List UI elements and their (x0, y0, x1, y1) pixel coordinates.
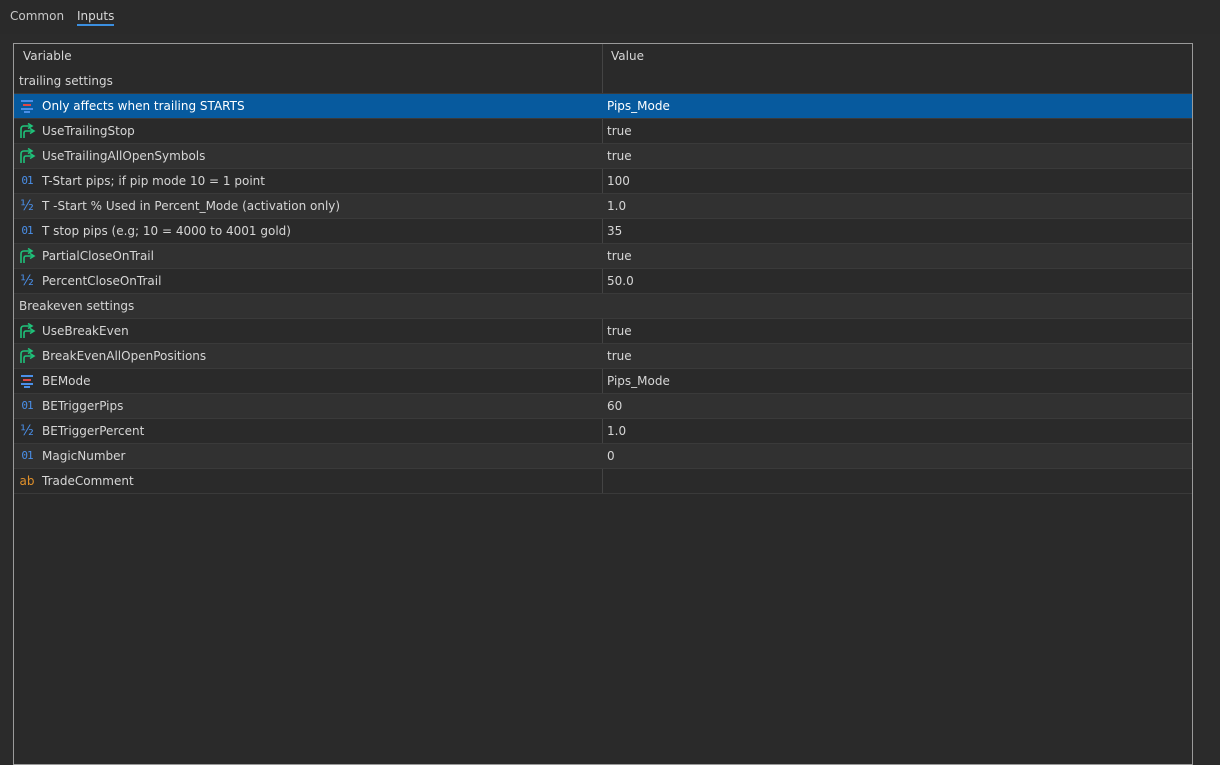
enumeration-type-icon (18, 98, 36, 114)
value-cell[interactable] (607, 294, 1187, 318)
variable-label: TradeComment (42, 474, 134, 488)
variable-cell[interactable]: ½ T -Start % Used in Percent_Mode (activa… (14, 194, 602, 218)
value-cell[interactable]: true (607, 244, 1187, 268)
integer-type-icon: 01 (21, 399, 33, 412)
column-header-variable[interactable]: Variable (14, 44, 611, 68)
variable-label: UseTrailingStop (42, 124, 135, 138)
value-cell[interactable] (607, 69, 1187, 93)
table-row[interactable]: Only affects when trailing STARTS Pips_Mo… (14, 94, 1192, 119)
table-row[interactable]: ½ T -Start % Used in Percent_Mode (activa… (14, 194, 1192, 219)
variable-label: MagicNumber (42, 449, 126, 463)
integer-type-icon: 01 (21, 174, 33, 187)
string-type-icon: ab (19, 474, 35, 488)
column-header-value[interactable]: Value (611, 44, 1191, 68)
table-row[interactable]: ½ BETriggerPercent 1.0 (14, 419, 1192, 444)
table-row[interactable]: BreakEvenAllOpenPositions true (14, 344, 1192, 369)
boolean-type-icon (18, 123, 36, 139)
value-cell[interactable]: 60 (607, 394, 1187, 418)
table-row[interactable]: UseBreakEven true (14, 319, 1192, 344)
integer-type-icon: 01 (21, 449, 33, 462)
tab-common[interactable]: Common (10, 8, 64, 28)
variable-label: BreakEvenAllOpenPositions (42, 349, 207, 363)
value-cell[interactable] (607, 469, 1187, 493)
inputs-table: Variable Value trailing settings Only aff… (13, 43, 1193, 765)
variable-cell[interactable]: UseBreakEven (14, 319, 602, 343)
value-cell[interactable]: 100 (607, 169, 1187, 193)
table-row[interactable]: 01 BETriggerPips 60 (14, 394, 1192, 419)
variable-cell[interactable]: Only affects when trailing STARTS (14, 94, 602, 118)
group-row[interactable]: trailing settings (14, 69, 1192, 94)
table-row[interactable]: ½ PercentCloseOnTrail 50.0 (14, 269, 1192, 294)
fraction-type-icon: ½ (20, 273, 34, 289)
variable-cell[interactable]: BreakEvenAllOpenPositions (14, 344, 602, 368)
value-cell[interactable]: 1.0 (607, 419, 1187, 443)
value-cell[interactable]: 50.0 (607, 269, 1187, 293)
value-cell[interactable]: 1.0 (607, 194, 1187, 218)
variable-cell[interactable]: ab TradeComment (14, 469, 602, 493)
variable-label: BETriggerPips (42, 399, 124, 413)
variable-cell[interactable]: BEMode (14, 369, 602, 393)
variable-cell[interactable]: trailing settings (14, 69, 607, 93)
variable-cell[interactable]: UseTrailingAllOpenSymbols (14, 144, 602, 168)
table-row[interactable]: 01 T stop pips (e.g; 10 = 4000 to 4001 go… (14, 219, 1192, 244)
boolean-type-icon (18, 348, 36, 364)
variable-label: BETriggerPercent (42, 424, 145, 438)
value-cell[interactable]: Pips_Mode (607, 94, 1187, 118)
variable-label: PercentCloseOnTrail (42, 274, 162, 288)
group-row[interactable]: Breakeven settings (14, 294, 1192, 319)
variable-cell[interactable]: 01 T stop pips (e.g; 10 = 4000 to 4001 go… (14, 219, 602, 243)
variable-label: BEMode (42, 374, 91, 388)
value-cell[interactable]: 35 (607, 219, 1187, 243)
value-cell[interactable]: 0 (607, 444, 1187, 468)
variable-label: T stop pips (e.g; 10 = 4000 to 4001 gold… (42, 224, 291, 238)
table-row[interactable]: 01 MagicNumber 0 (14, 444, 1192, 469)
variable-cell[interactable]: Breakeven settings (14, 294, 607, 318)
variable-cell[interactable]: UseTrailingStop (14, 119, 602, 143)
fraction-type-icon: ½ (20, 423, 34, 439)
table-row[interactable]: BEMode Pips_Mode (14, 369, 1192, 394)
fraction-type-icon: ½ (20, 198, 34, 214)
variable-cell[interactable]: ½ PercentCloseOnTrail (14, 269, 602, 293)
table-header: Variable Value (14, 44, 1192, 68)
table-row[interactable]: UseTrailingStop true (14, 119, 1192, 144)
variable-label: T-Start pips; if pip mode 10 = 1 point (42, 174, 265, 188)
enumeration-type-icon (18, 373, 36, 389)
variable-label: UseBreakEven (42, 324, 129, 338)
value-cell[interactable]: true (607, 344, 1187, 368)
boolean-type-icon (18, 148, 36, 164)
table-row[interactable]: 01 T-Start pips; if pip mode 10 = 1 point… (14, 169, 1192, 194)
table-row[interactable]: ab TradeComment (14, 469, 1192, 494)
variable-label: PartialCloseOnTrail (42, 249, 154, 263)
variable-cell[interactable]: 01 BETriggerPips (14, 394, 602, 418)
variable-label: T -Start % Used in Percent_Mode (activat… (42, 199, 341, 213)
boolean-type-icon (18, 323, 36, 339)
value-cell[interactable]: true (607, 319, 1187, 343)
variable-cell[interactable]: ½ BETriggerPercent (14, 419, 602, 443)
variable-cell[interactable]: 01 T-Start pips; if pip mode 10 = 1 point (14, 169, 602, 193)
tab-inputs[interactable]: Inputs (77, 8, 115, 28)
variable-label: UseTrailingAllOpenSymbols (42, 149, 206, 163)
value-cell[interactable]: Pips_Mode (607, 369, 1187, 393)
value-cell[interactable]: true (607, 144, 1187, 168)
integer-type-icon: 01 (21, 224, 33, 237)
table-row[interactable]: UseTrailingAllOpenSymbols true (14, 144, 1192, 169)
variable-cell[interactable]: PartialCloseOnTrail (14, 244, 602, 268)
tab-bar: Common Inputs (0, 0, 1220, 34)
boolean-type-icon (18, 248, 36, 264)
variable-label: Only affects when trailing STARTS (42, 99, 245, 113)
table-row[interactable]: PartialCloseOnTrail true (14, 244, 1192, 269)
value-cell[interactable]: true (607, 119, 1187, 143)
variable-cell[interactable]: 01 MagicNumber (14, 444, 602, 468)
